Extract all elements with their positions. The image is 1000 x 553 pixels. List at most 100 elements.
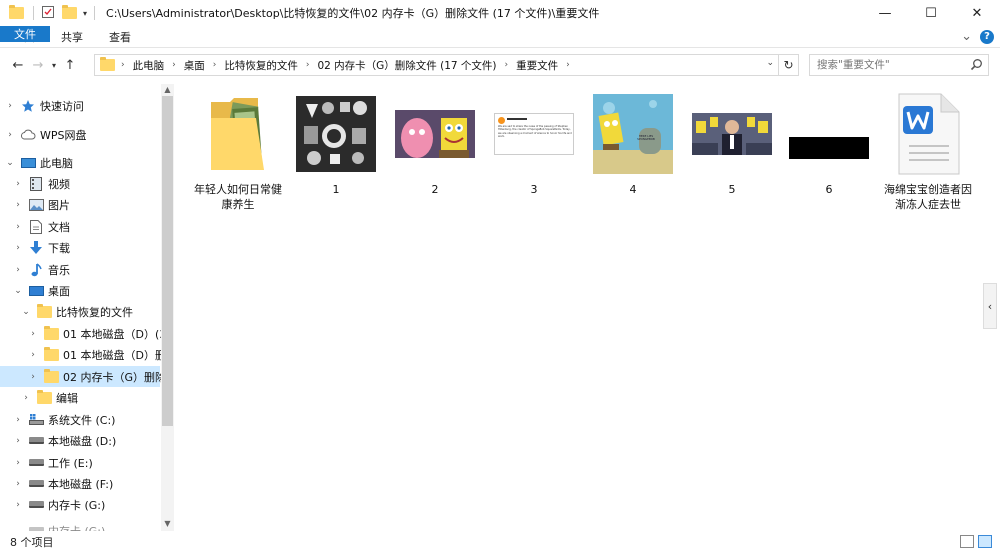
sidebar-item-videos[interactable]: › 视频 xyxy=(0,173,160,194)
sidebar-item-this-pc[interactable]: ⌄ 此电脑 xyxy=(0,152,160,173)
back-arrow-icon[interactable]: ← xyxy=(8,58,28,73)
refresh-button[interactable]: ↻ xyxy=(779,54,799,76)
tweet-preview: We are sad to share the news of the pass… xyxy=(494,113,574,155)
expand-arrow-icon[interactable]: › xyxy=(12,500,24,510)
scroll-down-icon[interactable]: ▼ xyxy=(161,519,174,528)
file-item-image[interactable]: 6 xyxy=(784,90,874,197)
large-icons-view-icon[interactable] xyxy=(978,535,992,548)
sidebar-item-label: 01 本地磁盘（D）删 xyxy=(63,348,166,362)
scroll-up-icon[interactable]: ▲ xyxy=(161,85,174,94)
breadcrumb-recovered-files[interactable]: 比特恢复的文件 xyxy=(224,58,298,73)
expand-arrow-icon[interactable]: › xyxy=(27,350,39,360)
forward-arrow-icon[interactable]: → xyxy=(28,58,48,73)
expand-arrow-icon[interactable]: › xyxy=(12,200,24,210)
search-input[interactable] xyxy=(817,59,967,71)
breadcrumb-memory-card[interactable]: 02 内存卡（G）删除文件 (17 个文件) xyxy=(317,58,496,73)
sidebar-item-recovered-files[interactable]: ⌄ 比特恢复的文件 xyxy=(0,301,160,322)
expand-arrow-icon[interactable]: › xyxy=(20,393,32,403)
expand-ribbon-icon[interactable]: ⌄ xyxy=(961,29,972,44)
sidebar-item-drive-g-2[interactable]: 内存卡 (G:) xyxy=(0,520,160,531)
breadcrumb-chevron-icon[interactable]: › xyxy=(306,60,310,70)
expand-arrow-icon[interactable]: › xyxy=(12,222,24,232)
file-name: 6 xyxy=(825,183,833,196)
file-item-document[interactable]: 海绵宝宝创造者因渐冻人症去世 xyxy=(883,90,973,212)
sidebar-item-drive-g[interactable]: › 内存卡 (G:) xyxy=(0,494,160,515)
expand-arrow-icon[interactable]: › xyxy=(12,458,24,468)
sidebar-item-drive-c[interactable]: › 系统文件 (C:) xyxy=(0,409,160,430)
sidebar-item-drive-f[interactable]: › 本地磁盘 (F:) xyxy=(0,473,160,494)
recent-locations-icon[interactable]: ▾ xyxy=(48,61,60,70)
sidebar-item-documents[interactable]: › 文档 xyxy=(0,216,160,237)
folder-thumbnail xyxy=(193,90,283,178)
expand-arrow-icon[interactable]: › xyxy=(4,130,16,140)
file-item-image[interactable]: 1 xyxy=(291,90,381,197)
sidebar-item-quick-access[interactable]: › 快速访问 xyxy=(0,95,160,116)
breadcrumb-chevron-icon[interactable]: › xyxy=(566,60,570,70)
address-dropdown-icon[interactable]: ⌄ xyxy=(766,58,774,68)
customize-toolbar-icon[interactable]: ▾ xyxy=(83,9,87,18)
sidebar-item-edit[interactable]: › 编辑 xyxy=(0,387,160,408)
file-item-image[interactable]: 2 xyxy=(390,90,480,197)
quick-access-toolbar: ▾ xyxy=(0,5,98,22)
sidebar-item-label: 01 本地磁盘（D）(3 xyxy=(63,327,167,341)
close-button[interactable]: ✕ xyxy=(954,0,1000,26)
navigation-bar: ← → ▾ ↑ › 此电脑 › 桌面 › 比特恢复的文件 › 02 内存卡（G）… xyxy=(0,50,1000,80)
file-item-folder[interactable]: 年轻人如何日常健康养生 xyxy=(193,90,283,212)
help-icon[interactable]: ? xyxy=(980,29,994,44)
breadcrumb-desktop[interactable]: 桌面 xyxy=(184,58,205,73)
sidebar-item-label: 桌面 xyxy=(48,284,70,298)
expand-arrow-icon[interactable]: › xyxy=(12,179,24,189)
details-view-icon[interactable] xyxy=(960,535,974,548)
file-name: 1 xyxy=(332,183,340,196)
breadcrumb-important-files[interactable]: 重要文件 xyxy=(516,58,558,73)
search-box[interactable] xyxy=(809,54,989,76)
expand-arrow-icon[interactable]: › xyxy=(27,329,39,339)
expand-arrow-icon[interactable]: › xyxy=(12,479,24,489)
address-bar[interactable]: › 此电脑 › 桌面 › 比特恢复的文件 › 02 内存卡（G）删除文件 (17… xyxy=(94,54,779,76)
expand-arrow-icon[interactable]: › xyxy=(27,372,39,382)
sidebar-item-drive-e[interactable]: › 工作 (E:) xyxy=(0,452,160,473)
up-arrow-icon[interactable]: ↑ xyxy=(60,58,80,73)
sidebar-item-pictures[interactable]: › 图片 xyxy=(0,194,160,215)
sidebar-item-wps-cloud[interactable]: › WPS网盘 xyxy=(0,124,160,145)
tab-file[interactable]: 文件 xyxy=(0,26,50,42)
new-folder-icon[interactable] xyxy=(61,5,77,20)
file-item-image[interactable]: 5 xyxy=(687,90,777,197)
sidebar-item-memory-card-folder[interactable]: › 02 内存卡（G）删除文 xyxy=(0,366,174,387)
tab-view[interactable]: 查看 xyxy=(96,26,144,47)
collapse-arrow-icon[interactable]: ⌄ xyxy=(4,158,16,168)
breadcrumb-chevron-icon[interactable]: › xyxy=(505,60,509,70)
expand-arrow-icon[interactable]: › xyxy=(12,436,24,446)
folder-icon xyxy=(99,57,115,72)
sidebar-item-label: 工作 (E:) xyxy=(48,456,93,470)
maximize-button[interactable]: ☐ xyxy=(908,0,954,26)
search-icon[interactable] xyxy=(970,58,983,74)
breadcrumb-this-pc[interactable]: 此电脑 xyxy=(133,58,165,73)
file-name: 3 xyxy=(530,183,538,196)
collapse-arrow-icon[interactable]: ⌄ xyxy=(20,307,32,317)
file-item-image[interactable]: HERE LIES SPONGEBOB 4 xyxy=(588,90,678,197)
folder-icon xyxy=(43,325,59,341)
minimize-button[interactable]: — xyxy=(862,0,908,26)
breadcrumb-chevron-icon[interactable]: › xyxy=(121,60,125,70)
expand-arrow-icon[interactable]: › xyxy=(12,265,24,275)
sidebar-scrollbar[interactable]: ▲ ▼ xyxy=(161,84,174,531)
sidebar-item-downloads[interactable]: › 下载 xyxy=(0,237,160,258)
expand-arrow-icon[interactable]: › xyxy=(12,415,24,425)
properties-icon[interactable] xyxy=(41,5,55,22)
file-item-image[interactable]: We are sad to share the news of the pass… xyxy=(489,90,579,197)
sidebar-item-local-disk-d-2[interactable]: › 01 本地磁盘（D）删 xyxy=(0,344,166,365)
preview-pane-toggle-icon[interactable]: ‹ xyxy=(983,283,997,329)
sidebar-item-desktop[interactable]: ⌄ 桌面 xyxy=(0,280,160,301)
tab-share[interactable]: 共享 xyxy=(48,26,96,47)
collapse-arrow-icon[interactable]: ⌄ xyxy=(12,286,24,296)
sidebar-item-music[interactable]: › 音乐 xyxy=(0,259,160,280)
breadcrumb-chevron-icon[interactable]: › xyxy=(213,60,217,70)
expand-arrow-icon[interactable]: › xyxy=(12,243,24,253)
document-icon xyxy=(28,219,44,234)
breadcrumb-chevron-icon[interactable]: › xyxy=(172,60,176,70)
sidebar-item-drive-d[interactable]: › 本地磁盘 (D:) xyxy=(0,430,160,451)
sidebar-item-local-disk-d-1[interactable]: › 01 本地磁盘（D）(3 xyxy=(0,323,166,344)
scroll-thumb[interactable] xyxy=(162,96,173,426)
expand-arrow-icon[interactable]: › xyxy=(4,101,16,111)
